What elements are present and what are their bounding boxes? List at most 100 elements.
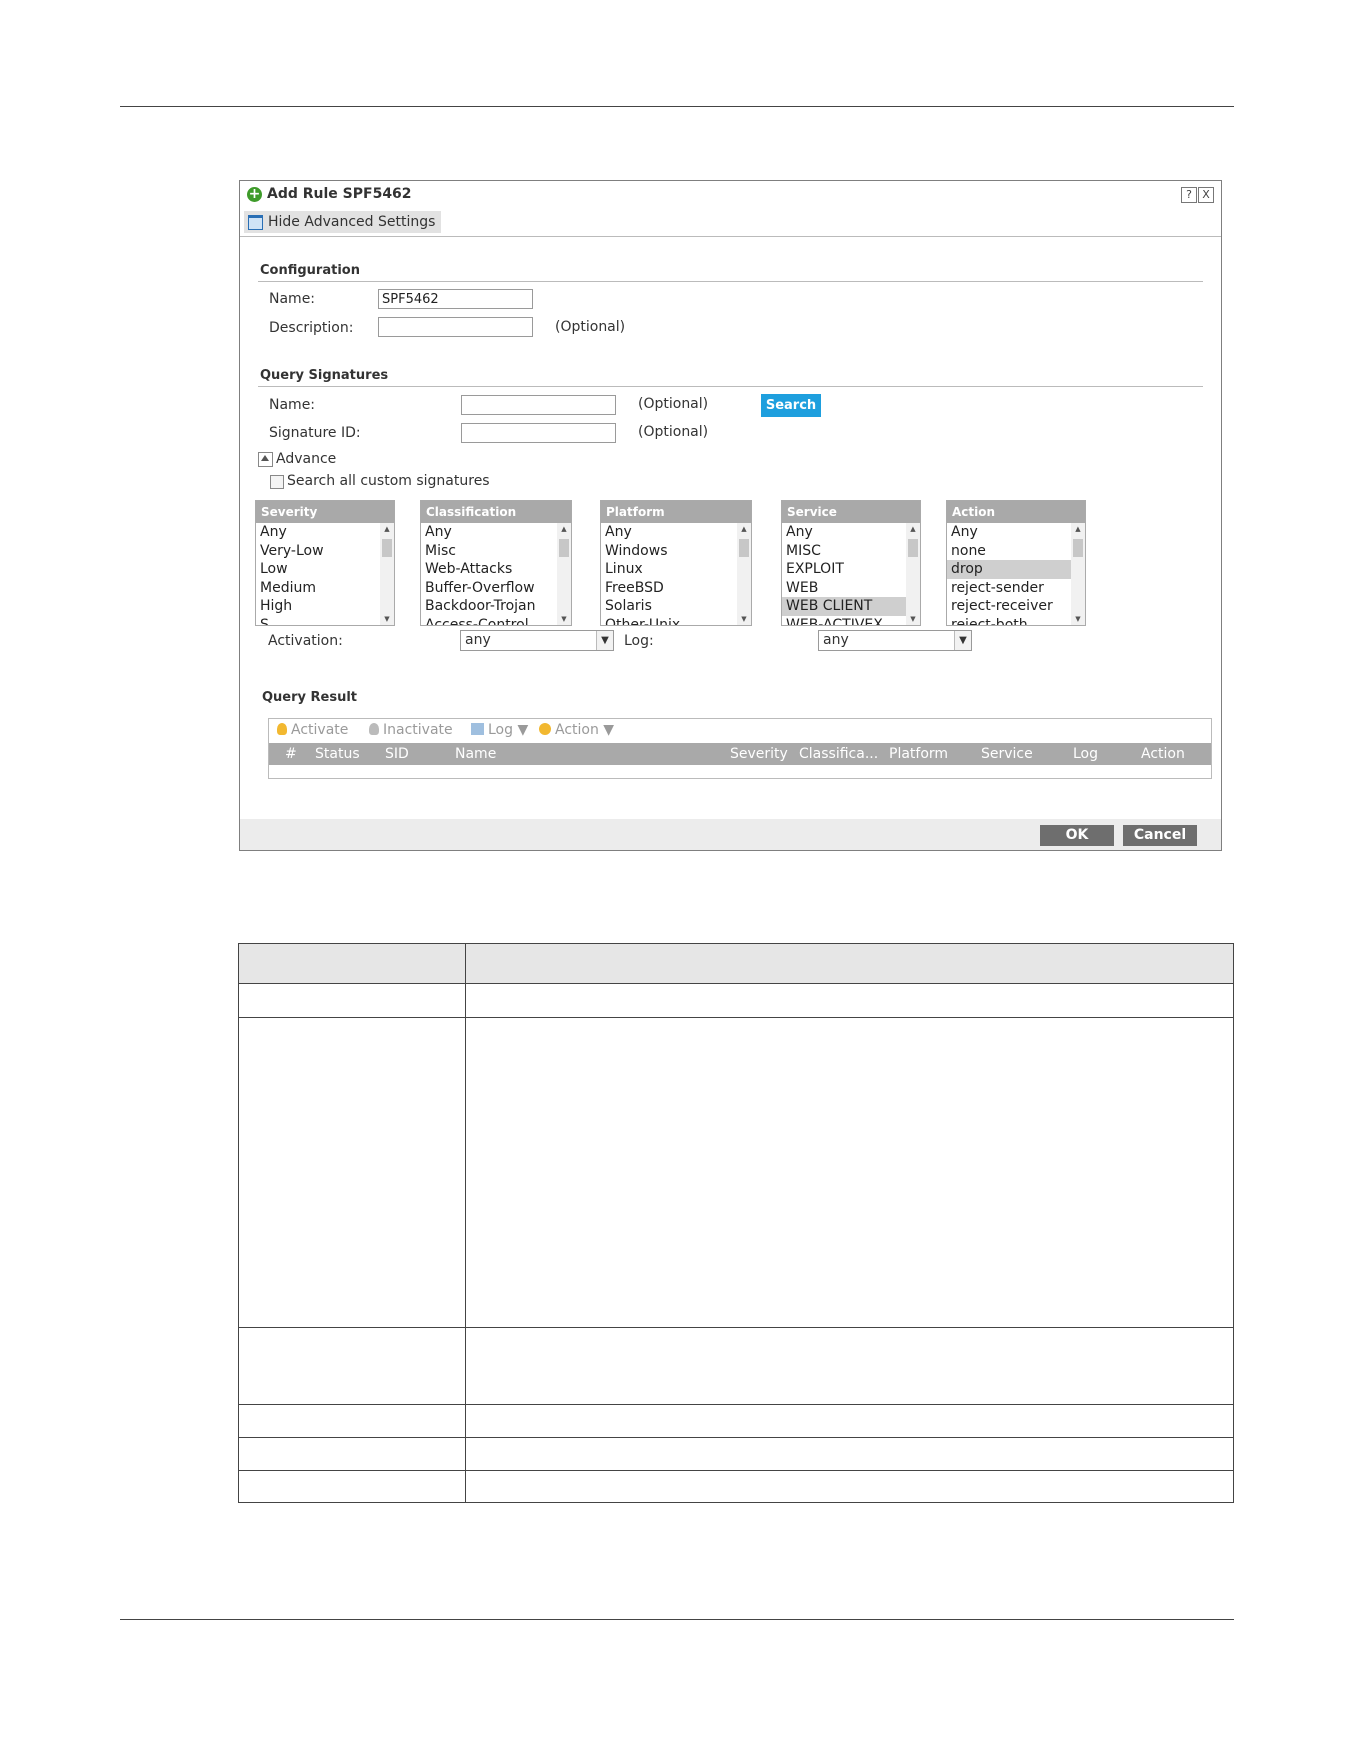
severity-scrollbar[interactable]: ▲ ▼ — [380, 523, 394, 625]
column-header-status[interactable]: Status — [315, 746, 360, 762]
list-item[interactable]: Windows — [601, 542, 737, 561]
activate-button[interactable]: Activate — [277, 722, 348, 738]
list-item[interactable]: Medium — [256, 579, 380, 598]
configuration-heading: Configuration — [260, 263, 360, 278]
list-item[interactable]: Solaris — [601, 597, 737, 616]
column-header-name[interactable]: Name — [455, 746, 496, 762]
page-footer-rule — [120, 1619, 1234, 1620]
classification-list-header: Classification — [421, 501, 571, 523]
config-description-input[interactable] — [378, 317, 533, 337]
log-select[interactable]: any ▼ — [818, 630, 972, 651]
action-menu-button[interactable]: Action ▼ — [539, 722, 614, 738]
column-header-severity[interactable]: Severity — [730, 746, 788, 762]
advance-label: Advance — [276, 451, 337, 467]
log-icon — [471, 723, 484, 735]
platform-listbox[interactable]: Platform Any Windows Linux FreeBSD Solar… — [600, 500, 752, 626]
search-button[interactable]: Search — [761, 394, 821, 417]
table-row — [238, 983, 1234, 1018]
list-item[interactable]: Any — [601, 523, 737, 542]
list-item[interactable]: none — [947, 542, 1071, 561]
dialog-footer: OK Cancel — [240, 819, 1221, 850]
dialog-title: Add Rule SPF5462 — [267, 186, 412, 202]
list-item[interactable]: High — [256, 597, 380, 616]
hide-advanced-settings-button[interactable]: Hide Advanced Settings — [244, 211, 442, 233]
action-scrollbar[interactable]: ▲ ▼ — [1071, 523, 1085, 625]
list-item[interactable]: reject-receiver — [947, 597, 1071, 616]
classification-listbox[interactable]: Classification Any Misc Web-Attacks Buff… — [420, 500, 572, 626]
column-header-service[interactable]: Service — [981, 746, 1033, 762]
list-item[interactable]: Low — [256, 560, 380, 579]
ok-button[interactable]: OK — [1040, 825, 1114, 846]
list-item[interactable]: reject-both — [947, 616, 1071, 625]
query-result-grid: Activate Inactivate Log ▼ Action ▼ # Sta… — [268, 718, 1212, 779]
help-icon[interactable]: ? — [1181, 187, 1197, 203]
query-signatures-divider — [258, 386, 1203, 387]
query-result-heading: Query Result — [262, 690, 358, 705]
query-name-input[interactable] — [461, 395, 616, 415]
cancel-button[interactable]: Cancel — [1123, 825, 1197, 846]
search-custom-checkbox[interactable] — [270, 475, 284, 489]
log-menu-button[interactable]: Log ▼ — [471, 722, 528, 738]
list-item[interactable]: FreeBSD — [601, 579, 737, 598]
list-item[interactable]: Misc — [421, 542, 557, 561]
inactivate-button[interactable]: Inactivate — [369, 722, 453, 738]
list-item[interactable]: Other-Unix — [601, 616, 737, 625]
list-item[interactable]: Buffer-Overflow — [421, 579, 557, 598]
service-list-header: Service — [782, 501, 920, 523]
add-rule-dialog: + Add Rule SPF5462 ? X Hide Advanced Set… — [239, 180, 1222, 851]
log-label: Log: — [624, 633, 654, 649]
advance-toggle-icon[interactable] — [258, 452, 273, 467]
classification-scrollbar[interactable]: ▲ ▼ — [557, 523, 571, 625]
query-signatures-heading: Query Signatures — [260, 368, 389, 383]
column-header-classification[interactable]: Classifica... — [799, 746, 878, 762]
query-result-column-headers: # Status SID Name Severity Classifica...… — [269, 743, 1211, 765]
config-description-label: Description: — [269, 320, 354, 336]
column-header-log[interactable]: Log — [1073, 746, 1098, 762]
list-item[interactable]: Access-Control — [421, 616, 557, 625]
list-item[interactable]: Any — [782, 523, 906, 542]
severity-list-header: Severity — [256, 501, 394, 523]
description-table — [238, 943, 1234, 1503]
search-custom-label: Search all custom signatures — [287, 473, 490, 489]
column-header-action[interactable]: Action — [1141, 746, 1185, 762]
list-item[interactable]: Any — [421, 523, 557, 542]
list-item[interactable]: S — [256, 616, 380, 625]
add-icon: + — [247, 186, 262, 202]
list-item[interactable]: Linux — [601, 560, 737, 579]
hide-advanced-settings-label: Hide Advanced Settings — [268, 214, 436, 230]
column-header-sid[interactable]: SID — [385, 746, 409, 762]
activation-select[interactable]: any ▼ — [460, 630, 614, 651]
toolbar-divider — [240, 236, 1221, 237]
list-item-selected[interactable]: WEB CLIENT — [782, 597, 906, 616]
list-item[interactable]: Very-Low — [256, 542, 380, 561]
list-item[interactable]: reject-sender — [947, 579, 1071, 598]
table-row — [238, 1437, 1234, 1471]
query-name-label: Name: — [269, 397, 316, 413]
column-header-number[interactable]: # — [285, 746, 297, 762]
service-listbox[interactable]: Service Any MISC EXPLOIT WEB WEB CLIENT … — [781, 500, 921, 626]
list-item[interactable]: WEB — [782, 579, 906, 598]
table-row — [238, 1017, 1234, 1328]
config-description-optional: (Optional) — [555, 319, 626, 335]
list-item-selected[interactable]: drop — [947, 560, 1071, 579]
signature-id-optional: (Optional) — [638, 424, 709, 440]
table-row — [238, 1470, 1234, 1503]
column-header-platform[interactable]: Platform — [889, 746, 948, 762]
list-item[interactable]: Backdoor-Trojan — [421, 597, 557, 616]
table-row — [238, 1404, 1234, 1438]
action-listbox[interactable]: Action Any none drop reject-sender rejec… — [946, 500, 1086, 626]
list-item[interactable]: Any — [947, 523, 1071, 542]
signature-id-input[interactable] — [461, 423, 616, 443]
severity-listbox[interactable]: Severity Any Very-Low Low Medium High S … — [255, 500, 395, 626]
signature-id-label: Signature ID: — [269, 425, 361, 441]
platform-scrollbar[interactable]: ▲ ▼ — [737, 523, 751, 625]
list-item[interactable]: EXPLOIT — [782, 560, 906, 579]
list-item[interactable]: MISC — [782, 542, 906, 561]
query-name-optional: (Optional) — [638, 396, 709, 412]
service-scrollbar[interactable]: ▲ ▼ — [906, 523, 920, 625]
config-name-input[interactable] — [378, 289, 533, 309]
list-item[interactable]: WEB-ACTIVEX — [782, 616, 906, 625]
close-icon[interactable]: X — [1198, 187, 1214, 203]
list-item[interactable]: Any — [256, 523, 380, 542]
list-item[interactable]: Web-Attacks — [421, 560, 557, 579]
